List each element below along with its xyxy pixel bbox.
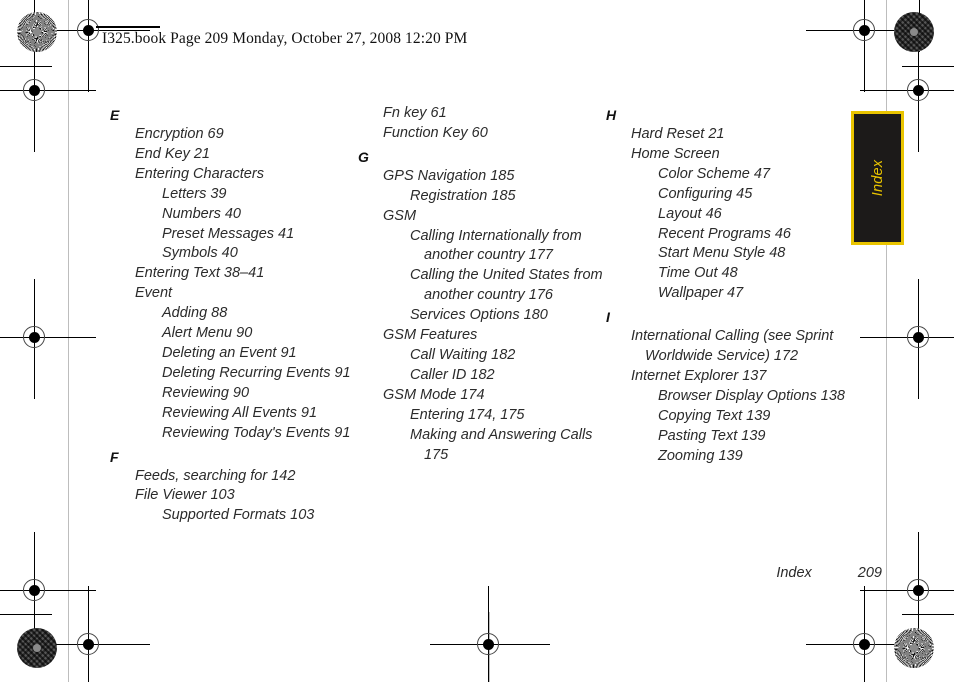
index-entry[interactable]: Adding 88 <box>110 304 358 324</box>
index-entry[interactable]: Browser Display Options 138 <box>606 387 864 407</box>
registration-mark-inner-bottom-right <box>860 532 954 652</box>
index-entry[interactable]: Calling the United States from another c… <box>358 266 606 306</box>
index-entry[interactable]: File Viewer 103 <box>110 486 358 506</box>
index-entry[interactable]: Copying Text 139 <box>606 407 864 427</box>
index-entry[interactable]: Entering 174, 175 <box>358 406 606 426</box>
side-index-tab[interactable]: Index <box>851 111 904 245</box>
trim-line-bottom-left <box>0 614 52 616</box>
footer-page-number: 209 <box>857 565 882 581</box>
index-entry[interactable]: Hard Reset 21 <box>606 125 864 145</box>
index-column-3: H Hard Reset 21 Home Screen Color Scheme 47… <box>606 104 864 526</box>
document-page: I325.book Page 209 Monday, October 27, 2… <box>0 0 954 682</box>
index-entry[interactable]: Fn key 61 <box>358 104 606 124</box>
index-entry[interactable]: Alert Menu 90 <box>110 324 358 344</box>
registration-mark-top-right <box>806 0 926 92</box>
index-entry[interactable]: GPS Navigation 185 <box>358 167 606 187</box>
guide-line-right <box>886 0 887 682</box>
index-entry[interactable]: Event <box>110 284 358 304</box>
guide-line-left <box>68 0 69 682</box>
registration-mark-inner-top-right <box>860 32 954 152</box>
index-entry[interactable]: Zooming 139 <box>606 447 864 467</box>
index-entry[interactable]: Reviewing Today's Events 91 <box>110 424 358 444</box>
index-entry[interactable]: Reviewing 90 <box>110 384 358 404</box>
registration-mark-bottom-right <box>806 586 926 682</box>
index-entry[interactable]: Home Screen <box>606 145 864 165</box>
index-entry[interactable]: Services Options 180 <box>358 306 606 326</box>
file-header-text: I325.book Page 209 Monday, October 27, 2… <box>102 30 468 47</box>
index-entry[interactable]: Call Waiting 182 <box>358 346 606 366</box>
trim-line-top-left <box>0 66 52 68</box>
index-entry[interactable]: Color Scheme 47 <box>606 165 864 185</box>
index-column-1: E Encryption 69 End Key 21 Entering Charact… <box>110 104 358 526</box>
index-entry[interactable]: Making and Answering Calls 175 <box>358 426 606 466</box>
index-entry[interactable]: Configuring 45 <box>606 185 864 205</box>
footer-section-name: Index <box>776 565 812 581</box>
density-patch-bottom-left <box>17 628 57 668</box>
side-index-tab-label: Index <box>869 159 886 197</box>
density-patch-top-left <box>17 12 57 52</box>
index-entry[interactable]: GSM Mode 174 <box>358 386 606 406</box>
index-letter-heading: F <box>110 448 119 465</box>
page-footer: Index 209 <box>610 565 882 581</box>
index-entry[interactable]: Recent Programs 46 <box>606 225 864 245</box>
index-entry[interactable]: Layout 46 <box>606 205 864 225</box>
registration-mark-middle-left <box>0 279 96 399</box>
index-column-2: Fn key 61 Function Key 60 G GPS Navigation … <box>358 104 606 526</box>
index-entry[interactable]: Registration 185 <box>358 187 606 207</box>
index-entry[interactable]: Deleting Recurring Events 91 <box>110 364 358 384</box>
registration-mark-bottom-center <box>430 586 550 682</box>
index-letter-heading: H <box>606 107 617 123</box>
index-entry[interactable]: Entering Characters <box>110 165 358 185</box>
index-entry[interactable]: Deleting an Event 91 <box>110 344 358 364</box>
index-letter-heading: E <box>110 107 120 123</box>
index-entry[interactable]: GSM Features <box>358 326 606 346</box>
index-entry[interactable]: Entering Text 38–41 <box>110 264 358 284</box>
index-entry[interactable]: Reviewing All Events 91 <box>110 404 358 424</box>
registration-mark-bottom-left <box>30 586 150 682</box>
index-entry[interactable]: Feeds, searching for 142 <box>110 467 358 487</box>
index-entry[interactable]: Function Key 60 <box>358 124 606 144</box>
registration-mark-inner-bottom-left <box>0 532 96 652</box>
guide-line-bottom-center <box>489 612 490 682</box>
index-entry[interactable]: International Calling (see Sprint Worldw… <box>606 327 864 367</box>
index-entry[interactable]: Wallpaper 47 <box>606 284 864 304</box>
index-entry[interactable]: Time Out 48 <box>606 264 864 284</box>
index-columns: E Encryption 69 End Key 21 Entering Charact… <box>110 104 880 526</box>
index-entry[interactable]: Encryption 69 <box>110 125 358 145</box>
index-entry[interactable]: Preset Messages 41 <box>110 225 358 245</box>
index-letter-heading: I <box>606 309 610 326</box>
index-entry[interactable]: Start Menu Style 48 <box>606 244 864 264</box>
index-entry[interactable]: GSM <box>358 207 606 227</box>
density-patch-bottom-right <box>894 628 934 668</box>
index-letter-heading: G <box>358 148 369 165</box>
index-entry[interactable]: Supported Formats 103 <box>110 506 358 526</box>
index-entry[interactable]: Symbols 40 <box>110 244 358 264</box>
registration-mark-middle-right <box>860 279 954 399</box>
index-entry[interactable]: Calling Internationally from another cou… <box>358 227 606 267</box>
index-entry[interactable]: Internet Explorer 137 <box>606 367 864 387</box>
trim-line-right-edge <box>919 0 921 52</box>
header-rule <box>96 26 160 28</box>
index-entry[interactable]: Numbers 40 <box>110 205 358 225</box>
index-entry[interactable]: End Key 21 <box>110 145 358 165</box>
index-entry[interactable]: Pasting Text 139 <box>606 427 864 447</box>
index-entry[interactable]: Letters 39 <box>110 185 358 205</box>
trim-line-bottom-right <box>902 614 954 616</box>
trim-line-left-edge <box>34 0 36 52</box>
density-patch-top-right <box>894 12 934 52</box>
trim-line-top-right <box>902 66 954 68</box>
index-entry[interactable]: Caller ID 182 <box>358 366 606 386</box>
registration-mark-inner-top-left <box>0 32 96 152</box>
